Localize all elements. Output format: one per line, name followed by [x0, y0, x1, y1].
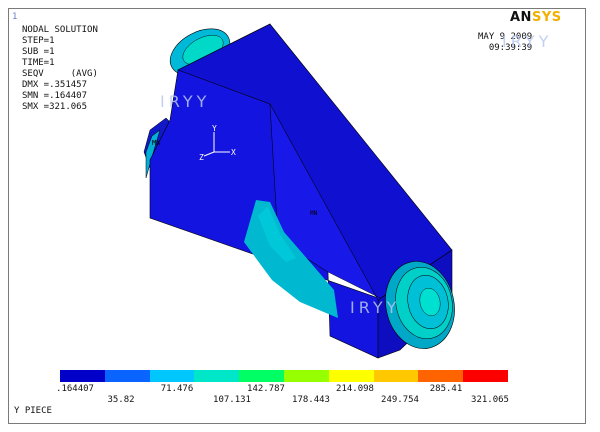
legend-label: 285.41 [429, 384, 463, 394]
legend-swatch [328, 370, 374, 382]
legend-label: 249.754 [381, 395, 419, 405]
min-marker: MN [310, 210, 318, 217]
legend-swatch [149, 370, 195, 382]
legend-swatch [463, 370, 508, 382]
legend-label: 321.065 [471, 395, 509, 405]
triad-y-label: Y [212, 124, 217, 133]
legend-label: 107.131 [213, 395, 251, 405]
max-marker: MX [152, 139, 161, 147]
legend-swatch [104, 370, 150, 382]
legend-label: 178.443 [292, 395, 330, 405]
watermark-2: IRYY [350, 298, 401, 317]
plot-title: Y PIECE [14, 406, 52, 416]
legend-swatch [418, 370, 464, 382]
legend-label: 71.476 [160, 384, 194, 394]
triad-z-label: Z [199, 153, 204, 162]
legend-label: .164407 [56, 384, 94, 394]
watermark-3: IRYY [502, 32, 553, 51]
triad-x-label: X [231, 148, 236, 157]
legend-swatch [194, 370, 240, 382]
contour-legend-bar [60, 370, 508, 382]
legend-label: 35.82 [107, 395, 135, 405]
legend-swatch [60, 370, 105, 382]
legend-label: 142.787 [247, 384, 285, 394]
legend-swatch [239, 370, 284, 382]
stress-contour-model: Y X Z MX MN [143, 23, 455, 359]
legend-swatch [373, 370, 419, 382]
legend-swatch [283, 370, 329, 382]
watermark-1: IRYY [160, 92, 211, 111]
legend-label: 214.098 [336, 384, 374, 394]
